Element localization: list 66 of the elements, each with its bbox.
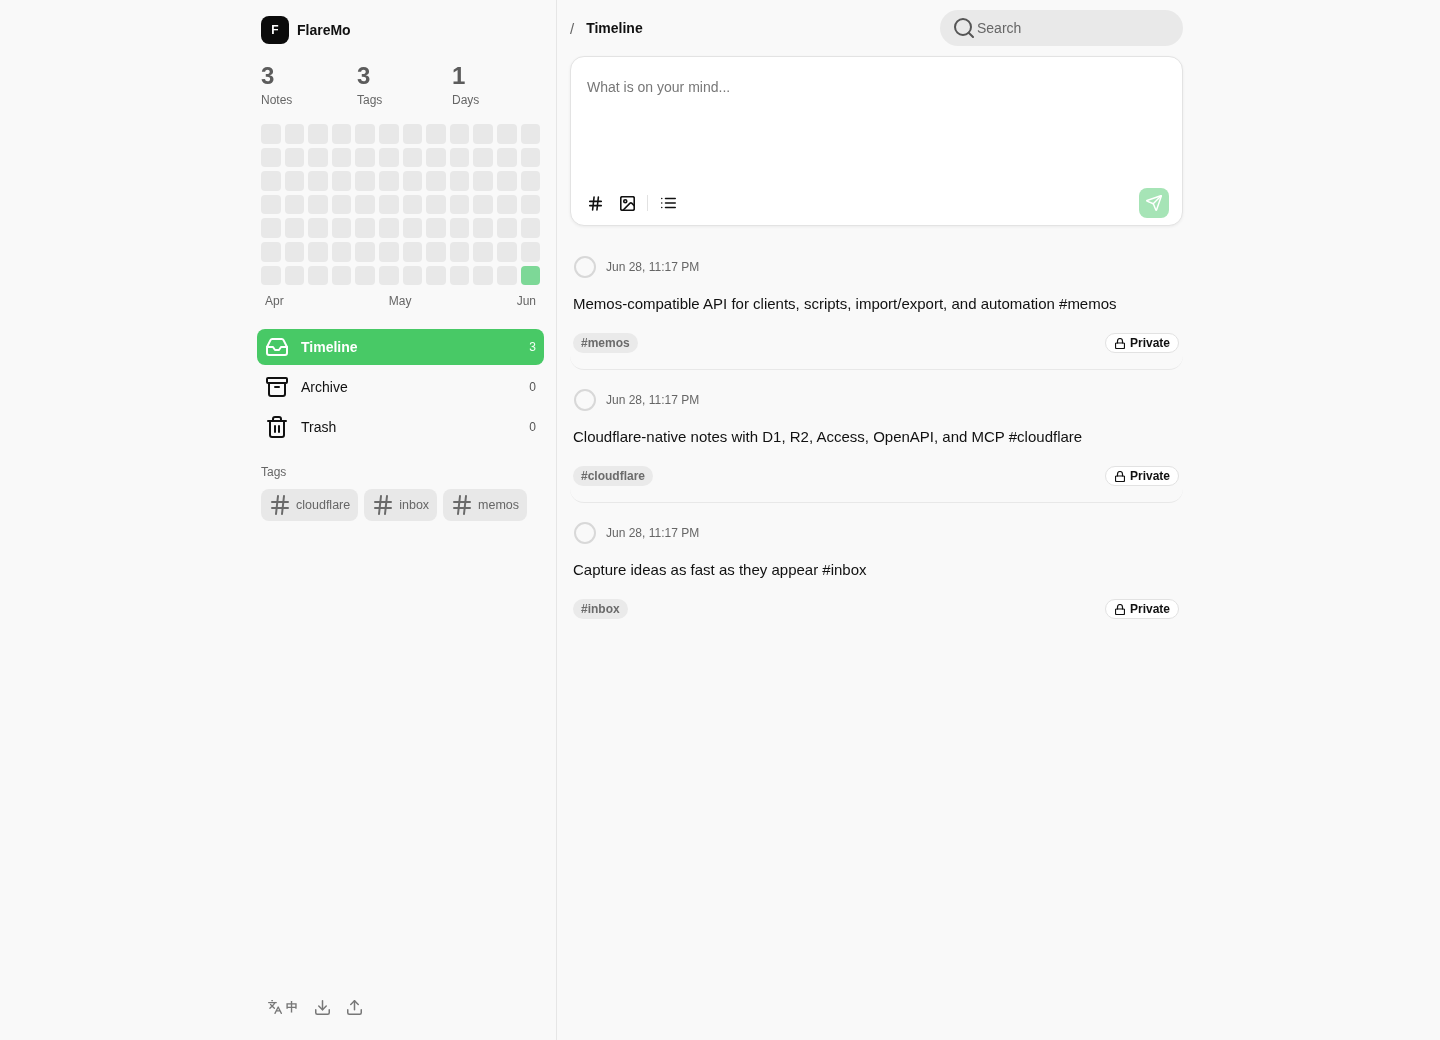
send-icon (1146, 195, 1162, 211)
memo-date: Jun 28, 11:17 PM (606, 526, 700, 540)
memo-tag[interactable]: #cloudflare (573, 466, 654, 486)
breadcrumb-separator: / (570, 19, 575, 37)
nav-count: 0 (529, 380, 536, 395)
hash-icon (588, 195, 602, 211)
memo-date: Jun 28, 11:17 PM (606, 393, 700, 407)
trash-icon (267, 416, 287, 439)
list-icon (660, 197, 676, 209)
stat-label: Tags (357, 92, 383, 108)
download-icon (315, 999, 330, 1015)
memo-text: Cloudflare-native notes with D1, R2, Access, OpenAPI, and MCP #cloudflare (573, 427, 1084, 447)
translate-icon (268, 1000, 282, 1014)
composer-card[interactable]: What is on your mind... (570, 56, 1183, 226)
note-input-field[interactable]: What is on your mind... (571, 57, 1182, 188)
app-logo: F (261, 16, 289, 44)
memo-text: Capture ideas as fast as they appear #inbox (573, 560, 868, 580)
tag-chip[interactable]: inbox (364, 489, 438, 522)
hash-icon (374, 495, 393, 516)
upload-icon (347, 999, 362, 1015)
download-button[interactable] (315, 999, 330, 1015)
inbox-icon (266, 337, 288, 358)
language-button[interactable]: 中 (268, 998, 298, 1016)
lock-icon (1114, 337, 1125, 349)
memo-tag[interactable]: #inbox (573, 599, 628, 619)
tag-label: cloudflare (296, 498, 351, 513)
page-title: Timeline (586, 20, 643, 36)
tag-label: memos (478, 498, 520, 513)
stat-label: Days (452, 92, 480, 108)
archive-icon (266, 377, 288, 398)
memo-text: Memos-compatible API for clients, scripts, import/export, and automation #memos (573, 294, 1118, 314)
tag-chip[interactable]: cloudflare (261, 489, 359, 522)
memo-date: Jun 28, 11:17 PM (606, 260, 700, 274)
memo-checkbox[interactable] (574, 256, 596, 278)
upload-button[interactable] (347, 999, 362, 1015)
memo-checkbox[interactable] (574, 389, 596, 411)
search-icon (954, 18, 974, 38)
nav-label: Trash (301, 418, 337, 437)
nav-item[interactable]: Trash 0 (257, 409, 544, 446)
nav-item[interactable]: Archive 0 (257, 369, 544, 406)
image-icon (619, 195, 635, 211)
hash-icon (453, 495, 472, 516)
search-field[interactable]: Search (940, 10, 1183, 46)
stat-label: Notes (261, 92, 293, 108)
stat-value: 3 (261, 62, 275, 89)
nav-label: Timeline (301, 338, 358, 357)
app-name: FlareMo (297, 22, 351, 38)
tag-label: inbox (399, 498, 430, 513)
nav-count: 3 (529, 340, 536, 355)
hash-icon (271, 495, 289, 516)
visibility-button[interactable]: Private (1104, 466, 1179, 486)
nav-count: 0 (529, 420, 536, 435)
month-label: May (388, 293, 412, 310)
memo-checkbox[interactable] (574, 522, 596, 544)
tag-chip[interactable]: memos (443, 489, 528, 522)
lock-icon (1114, 470, 1125, 482)
month-label: Jun (516, 293, 536, 310)
visibility-button[interactable]: Private (1104, 599, 1179, 619)
section-title: Tags (261, 464, 287, 481)
month-label: Apr (265, 293, 284, 310)
memo-tag[interactable]: #memos (573, 333, 638, 353)
stat-value: 3 (357, 62, 371, 89)
stat-value: 1 (452, 62, 466, 89)
lock-icon (1114, 603, 1125, 615)
visibility-button[interactable]: Private (1104, 333, 1179, 353)
nav-label: Archive (301, 378, 348, 397)
